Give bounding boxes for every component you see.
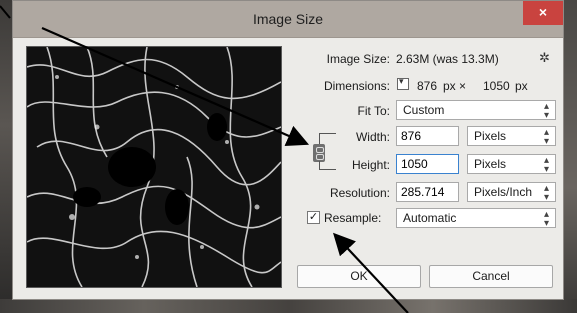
fit-to-label: Fit To: [357, 104, 390, 118]
dimensions-dropdown-toggle[interactable]: ▾ [397, 76, 409, 90]
chevron-updown-icon: ▴ ▾ [543, 127, 549, 147]
chevron-updown-icon: ▴ ▾ [543, 209, 549, 229]
chevron-updown-icon: ▴ ▾ [543, 155, 549, 175]
fit-to-value: Custom [403, 103, 445, 117]
image-size-value: 2.63M (was 13.3M) [396, 52, 499, 66]
image-size-dialog: Image Size × Image Size: 2.63M (was 13.3… [12, 0, 564, 300]
background-left [0, 0, 12, 313]
height-input[interactable] [396, 154, 459, 174]
width-label: Width: [355, 130, 390, 144]
height-unit-select[interactable]: Pixels ▴ ▾ [467, 154, 556, 175]
background-bottom [0, 299, 577, 313]
resample-checkbox[interactable]: ✓ [307, 211, 320, 224]
chevron-down-icon: ▾ [399, 76, 404, 86]
preview-image [27, 47, 281, 287]
gear-icon[interactable]: ✲ [539, 50, 550, 66]
resolution-unit-value: Pixels/Inch [474, 185, 533, 199]
resolution-unit-select[interactable]: Pixels/Inch ▴ ▾ [467, 182, 556, 203]
width-unit-value: Pixels [474, 129, 507, 143]
height-label: Height: [351, 158, 390, 172]
dimensions-label: Dimensions: [323, 79, 390, 93]
fit-to-select[interactable]: Custom ▴ ▾ [396, 100, 556, 121]
background-right [563, 0, 577, 313]
dimensions-unit-x: px × [443, 79, 467, 93]
resample-label: Resample: [324, 211, 382, 225]
image-preview[interactable] [26, 46, 282, 288]
resolution-input[interactable] [396, 182, 459, 202]
close-button[interactable]: × [523, 1, 563, 25]
resolution-label: Resolution: [329, 186, 390, 200]
dimensions-unit: px [515, 79, 528, 93]
ok-button[interactable]: OK [297, 265, 421, 288]
height-unit-value: Pixels [474, 157, 507, 171]
dialog-title: Image Size [252, 11, 324, 27]
chevron-updown-icon: ▴ ▾ [543, 183, 549, 203]
width-unit-select[interactable]: Pixels ▴ ▾ [467, 126, 556, 147]
chevron-updown-icon: ▴ ▾ [543, 101, 549, 121]
cancel-button[interactable]: Cancel [429, 265, 553, 288]
resample-select[interactable]: Automatic ▴ ▾ [396, 208, 556, 229]
dimensions-width: 876 [417, 79, 438, 93]
dimensions-height: 1050 [483, 79, 510, 93]
image-size-label: Image Size: [326, 52, 390, 66]
resample-value: Automatic [403, 211, 457, 225]
width-input[interactable] [396, 126, 459, 146]
title-bar[interactable]: Image Size × [13, 1, 563, 38]
